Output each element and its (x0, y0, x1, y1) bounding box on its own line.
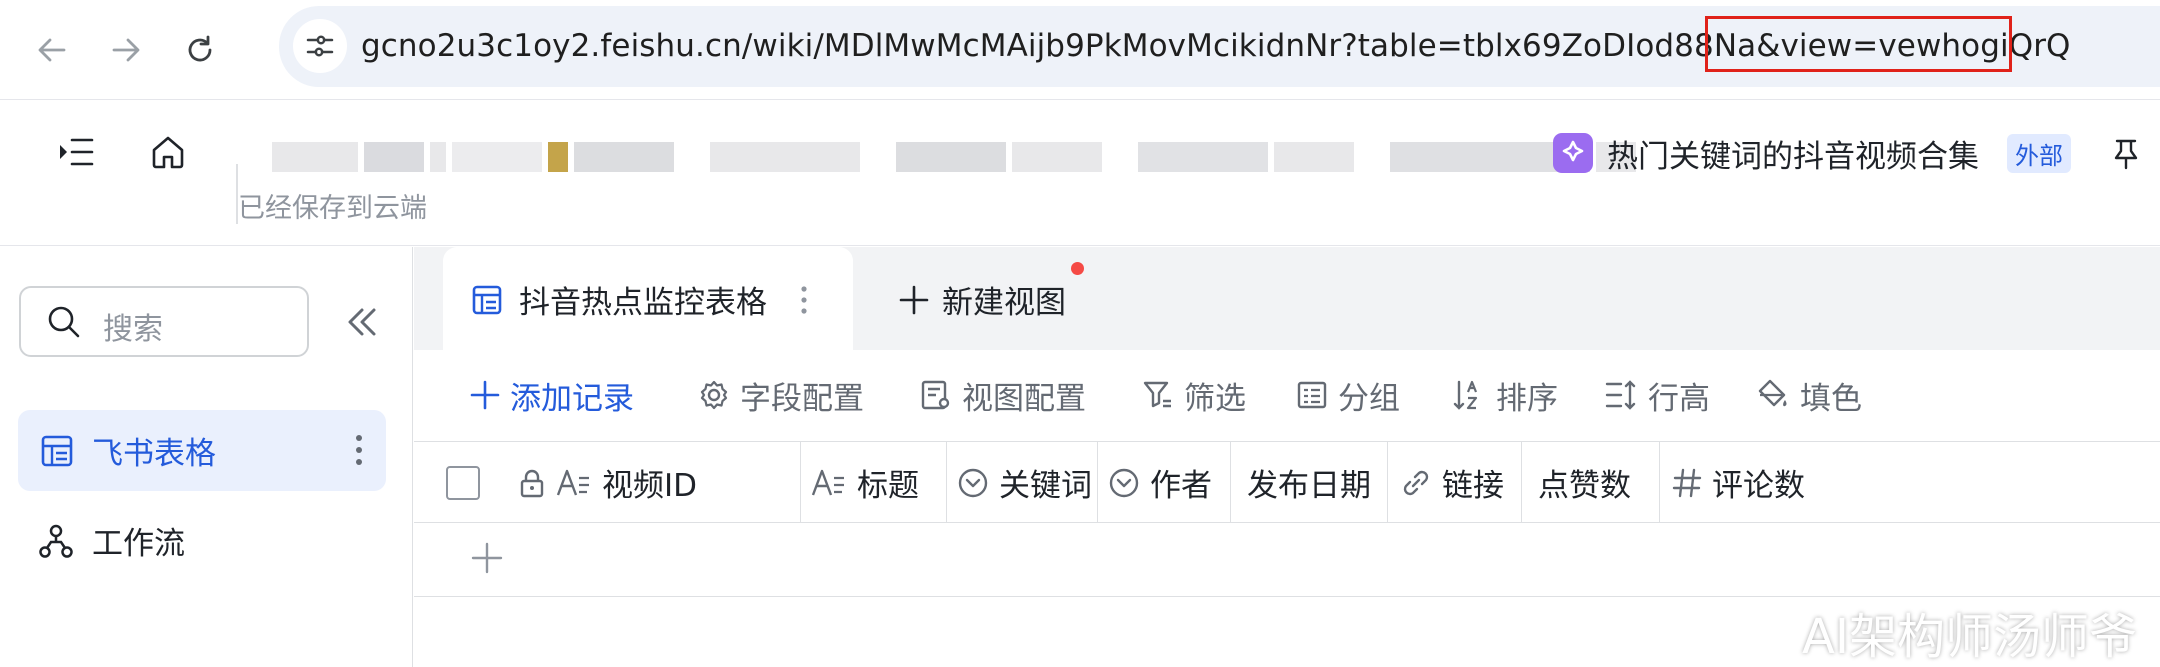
view-config-label: 视图配置 (962, 380, 1086, 417)
column-label: 作者 (1150, 468, 1212, 504)
column-label: 关键词 (999, 468, 1092, 504)
link-icon (1403, 470, 1429, 495)
sort-icon (1453, 380, 1478, 410)
row-height-button[interactable]: 行高 (1604, 372, 1710, 418)
row-height-label: 行高 (1648, 380, 1710, 417)
view-config-icon (921, 380, 950, 410)
arrow-left-icon (38, 38, 66, 62)
column-title[interactable]: 标题 (801, 442, 947, 523)
column-label: 发布日期 (1247, 468, 1371, 504)
pin-icon[interactable] (2109, 136, 2143, 170)
single-select-icon (1109, 468, 1139, 497)
group-icon (1297, 381, 1327, 409)
breadcrumb-blurred (272, 142, 1636, 172)
tab-douyin-monitor[interactable]: 抖音热点监控表格 (443, 247, 853, 350)
search-input[interactable]: 搜索 (19, 286, 309, 357)
sidebar-item-table[interactable]: 飞书表格 (18, 410, 386, 491)
doc-title: 热门关键词的抖音视频合集 (1607, 138, 1979, 175)
watermark-text: AI架构师汤师爷 (1802, 609, 2137, 665)
filter-label: 筛选 (1184, 380, 1246, 417)
column-label: 点赞数 (1538, 468, 1631, 504)
column-label: 视频ID (602, 468, 698, 504)
column-keyword[interactable]: 关键词 (947, 442, 1098, 523)
site-info-button[interactable] (293, 19, 347, 73)
arrow-right-icon (112, 38, 140, 62)
column-link[interactable]: 链接 (1388, 442, 1522, 523)
filter-icon (1143, 381, 1171, 408)
text-field-icon (556, 469, 589, 495)
sidebar-item-label: 工作流 (92, 526, 185, 562)
new-view-button[interactable]: 新建视图 (898, 277, 1066, 322)
more-vertical-icon[interactable] (799, 284, 809, 316)
view-config-button[interactable]: 视图配置 (920, 372, 1086, 418)
new-view-label: 新建视图 (942, 285, 1066, 321)
workflow-icon (39, 524, 73, 558)
column-label: 评论数 (1712, 468, 1805, 504)
add-record-button[interactable]: 添加记录 (470, 372, 634, 418)
doc-header: 已经保存到云端 热门关键词的抖音视频合集 外部 (0, 100, 2160, 246)
column-likes[interactable]: 点赞数 (1522, 442, 1660, 523)
reload-button[interactable] (172, 22, 228, 78)
address-bar[interactable]: gcno2u3c1oy2.feishu.cn/wiki/MDlMwMcMAijb… (279, 6, 2160, 87)
sidebar-item-label: 飞书表格 (92, 436, 216, 472)
sort-button[interactable]: 排序 (1452, 372, 1558, 418)
column-author[interactable]: 作者 (1098, 442, 1231, 523)
toggle-sidebar-button[interactable] (48, 124, 104, 180)
plus-icon (471, 542, 503, 574)
column-comments[interactable]: 评论数 (1660, 442, 2160, 523)
tab-label: 抖音热点监控表格 (519, 285, 767, 321)
field-config-button[interactable]: 字段配置 (698, 372, 864, 418)
external-badge: 外部 (2007, 133, 2071, 173)
paint-bucket-icon (1758, 379, 1787, 407)
browser-toolbar: gcno2u3c1oy2.feishu.cn/wiki/MDlMwMcMAijb… (0, 0, 2160, 100)
lock-icon (520, 469, 544, 497)
plus-icon (470, 380, 500, 410)
grid-header: 视频ID 标题 关键词 作者 发布日期 链接 点赞数 评论数 (414, 442, 2160, 523)
url-text[interactable]: gcno2u3c1oy2.feishu.cn/wiki/MDlMwMcMAijb… (361, 24, 2071, 68)
sort-label: 排序 (1496, 380, 1558, 417)
group-button[interactable]: 分组 (1296, 372, 1400, 418)
fill-color-button[interactable]: 填色 (1756, 372, 1862, 418)
base-app-icon (1553, 133, 1593, 173)
double-chevron-left-icon (348, 308, 376, 336)
doc-title-area[interactable]: 热门关键词的抖音视频合集 外部 (1553, 128, 2143, 178)
notification-dot (1071, 262, 1084, 275)
field-config-label: 字段配置 (740, 380, 864, 417)
grid-view-icon (472, 285, 502, 314)
column-publish-date[interactable]: 发布日期 (1231, 442, 1388, 523)
table-icon (41, 435, 73, 466)
select-all-checkbox[interactable] (446, 465, 480, 500)
fill-color-label: 填色 (1800, 380, 1862, 417)
home-button[interactable] (140, 124, 196, 180)
saved-status: 已经保存到云端 (238, 193, 427, 224)
gear-icon (700, 380, 728, 410)
collapse-sidebar-button[interactable] (340, 300, 384, 344)
search-placeholder: 搜索 (103, 312, 163, 347)
column-label: 标题 (857, 468, 919, 504)
filter-button[interactable]: 筛选 (1142, 372, 1246, 418)
tune-icon (306, 35, 334, 57)
sidebar-item-workflow[interactable]: 工作流 (18, 500, 386, 581)
search-icon (48, 306, 80, 338)
reload-icon (188, 35, 212, 62)
number-icon (1672, 468, 1702, 497)
add-row[interactable] (414, 523, 2160, 597)
single-select-icon (958, 468, 988, 497)
text-field-icon (811, 469, 844, 495)
column-video-id[interactable]: 视频ID (414, 442, 801, 523)
sidebar: 搜索 飞书表格 工作流 (0, 247, 413, 667)
column-label: 链接 (1442, 468, 1504, 504)
group-label: 分组 (1338, 380, 1400, 417)
forward-button[interactable] (98, 22, 154, 78)
table-toolbar: 添加记录 字段配置 视图配置 筛选 分组 排序 行高 填色 (414, 350, 2160, 442)
row-height-icon (1605, 380, 1636, 410)
plus-icon (899, 285, 929, 314)
back-button[interactable] (24, 22, 80, 78)
home-icon (152, 136, 184, 169)
add-record-label: 添加记录 (510, 380, 634, 417)
more-vertical-icon[interactable] (354, 432, 364, 468)
sidebar-expand-icon (60, 138, 94, 166)
